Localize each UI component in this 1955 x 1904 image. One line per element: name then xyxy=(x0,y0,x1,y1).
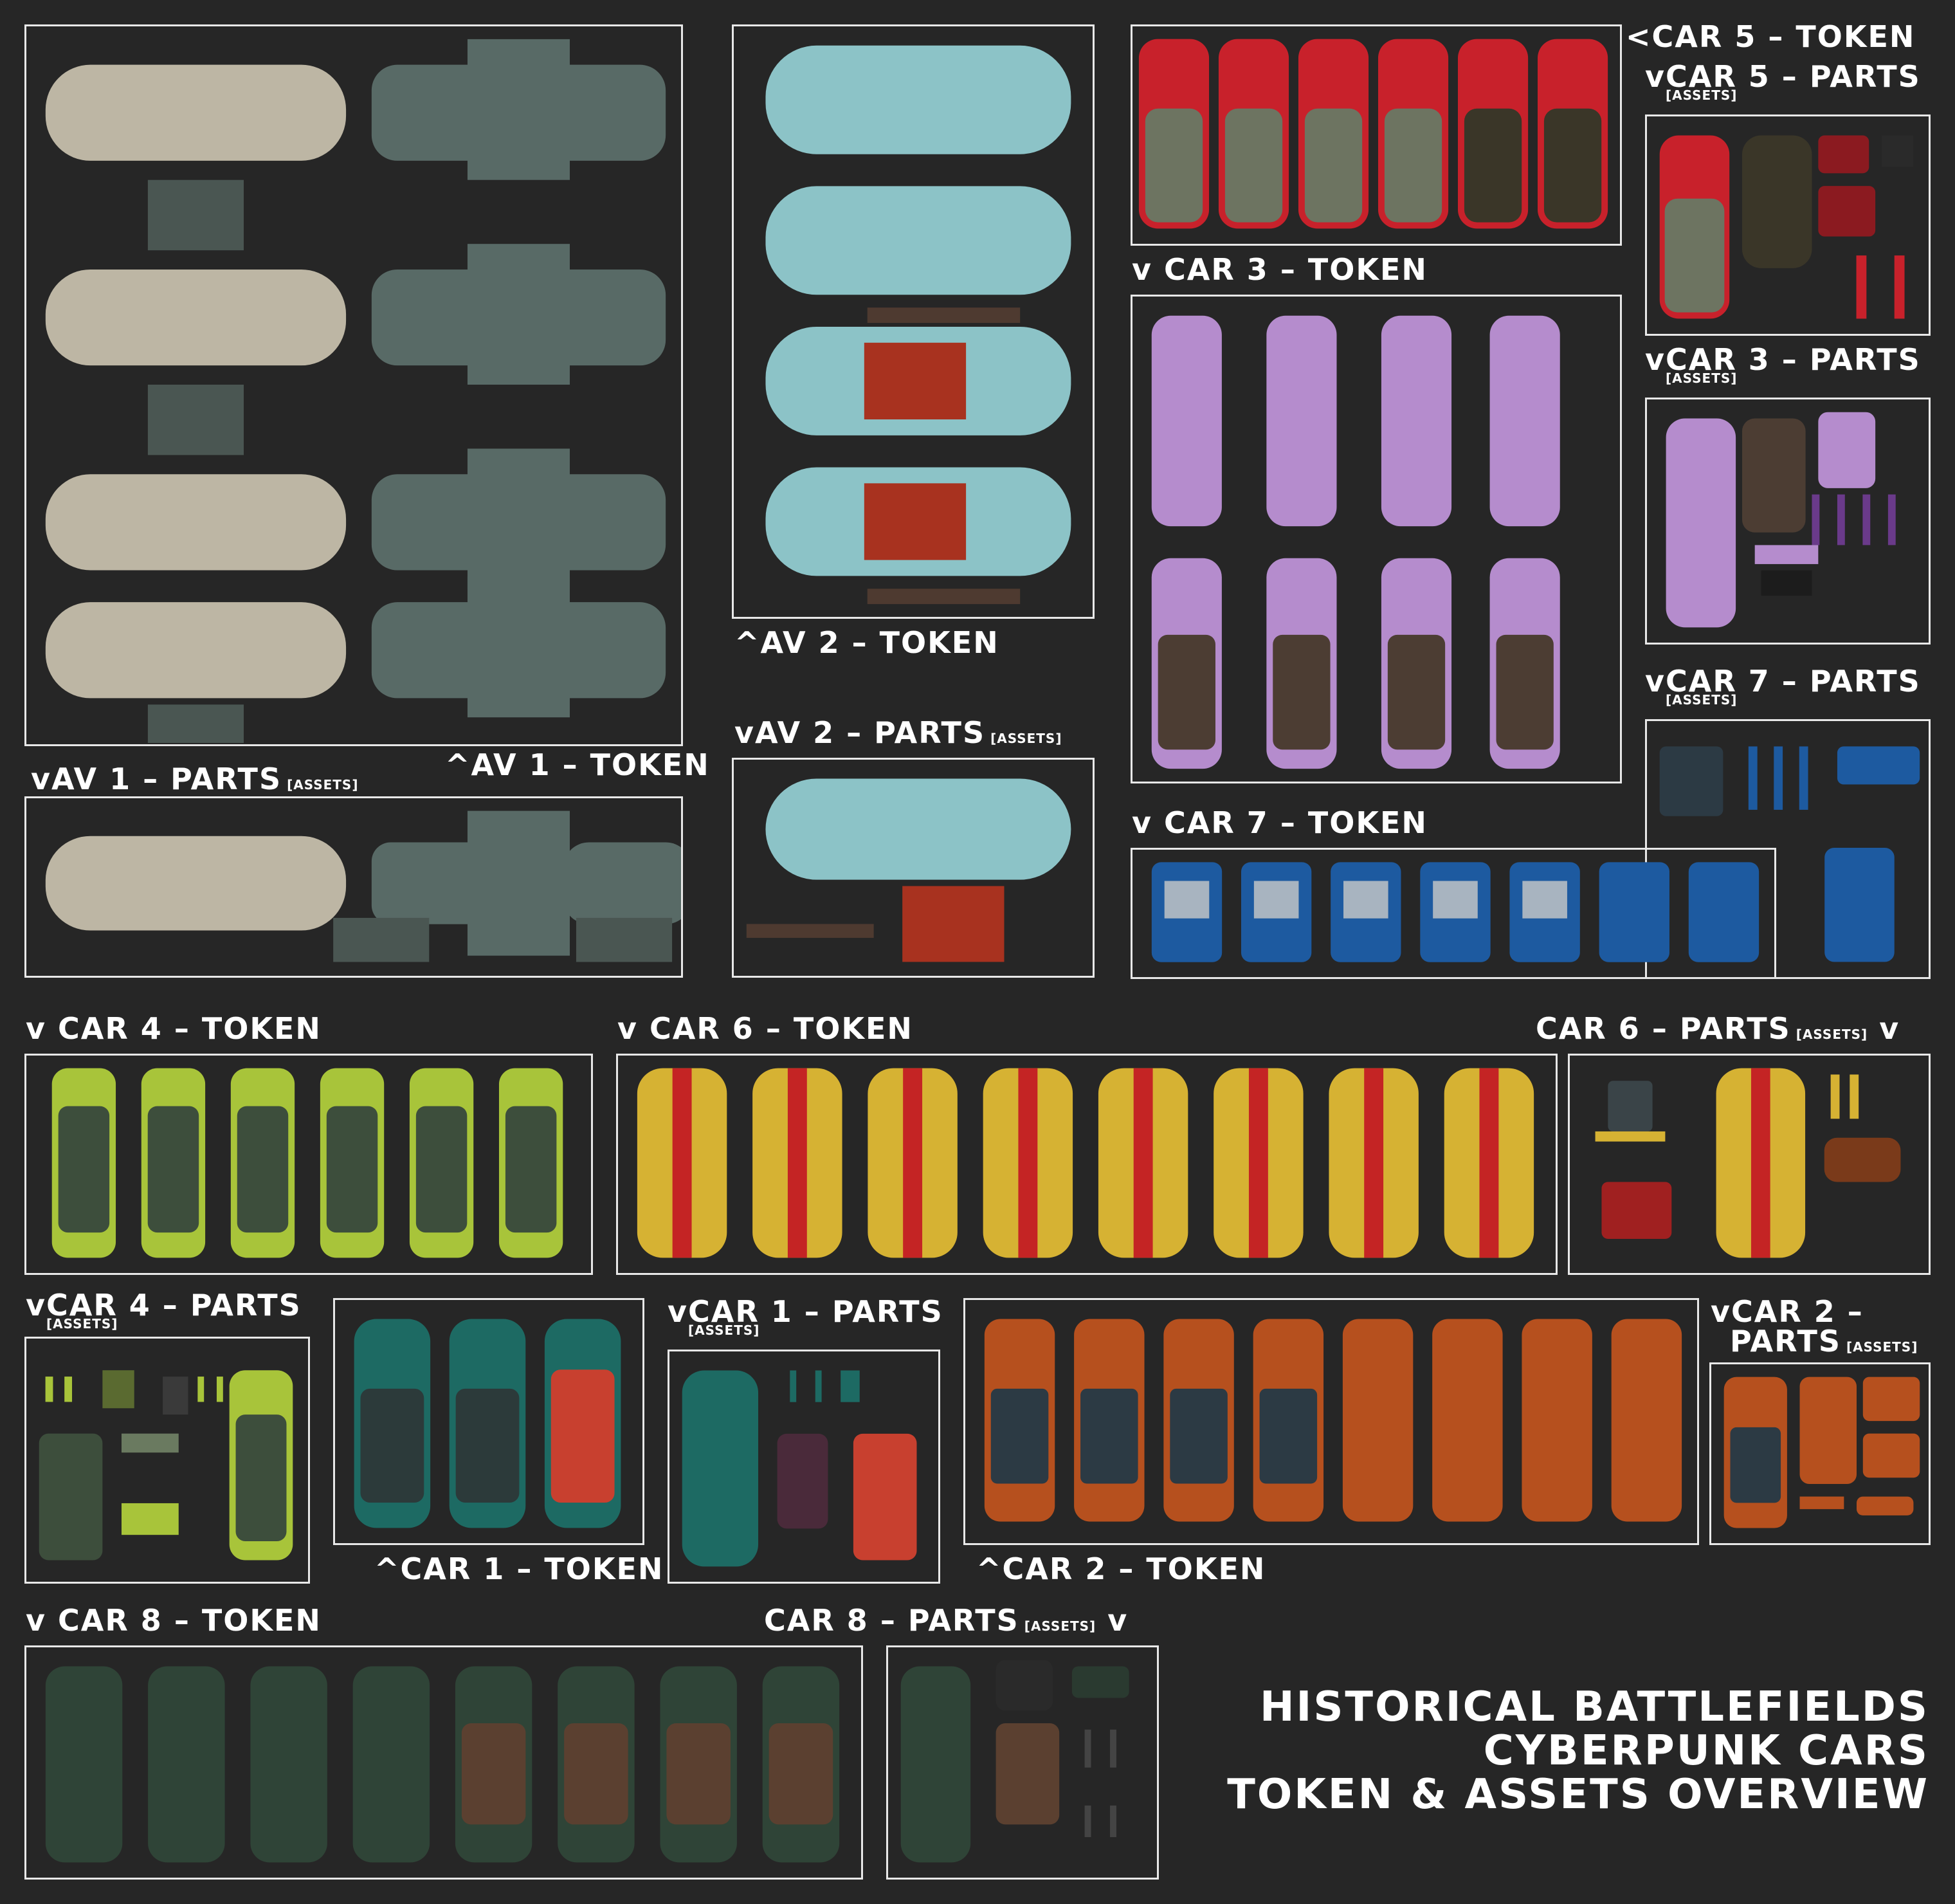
car6-token-graphic xyxy=(637,1068,1534,1258)
car8-token-graphic xyxy=(45,1666,840,1863)
car8-parts-graphic xyxy=(900,1660,1129,1863)
car5-parts-graphic xyxy=(1659,135,1914,319)
label-car6-parts-text: CAR 6 – PARTS xyxy=(1536,1011,1791,1046)
car2-parts-graphic xyxy=(1723,1377,1920,1528)
label-car6-parts-arrow: v xyxy=(1879,1011,1900,1046)
car8-token-panel xyxy=(24,1645,863,1880)
label-car6-parts: CAR 6 – PARTS [ASSETS] v xyxy=(1536,1014,1900,1043)
car7-token-panel xyxy=(1131,848,1776,979)
car4-token-graphic xyxy=(51,1068,563,1258)
label-car7-assets: [ASSETS] xyxy=(1666,692,1738,708)
label-car5-token: <CAR 5 – TOKEN xyxy=(1626,19,1916,54)
car2-parts-panel xyxy=(1709,1362,1931,1545)
av1-token-graphic xyxy=(45,39,666,744)
av1-parts-panel xyxy=(24,796,683,978)
car4-parts-graphic xyxy=(39,1370,293,1561)
label-car8-parts: CAR 8 – PARTS [ASSETS] v xyxy=(764,1606,1128,1635)
label-av1-parts: vAV 1 – PARTS [ASSETS] xyxy=(31,764,358,794)
car1-parts-panel xyxy=(668,1350,940,1584)
av2-parts-panel xyxy=(732,758,1095,978)
car1-token-graphic xyxy=(354,1319,621,1528)
title-line-1: HISTORICAL BATTLEFIELDS xyxy=(1259,1683,1929,1731)
av1-parts-graphic xyxy=(45,810,681,962)
car3-parts-panel xyxy=(1645,398,1931,645)
label-car2-assets: [ASSETS] xyxy=(1846,1339,1918,1355)
label-car3-assets: [ASSETS] xyxy=(1666,371,1738,386)
label-car2-parts-line2: PARTS [ASSETS] xyxy=(1730,1326,1918,1356)
car3-token-graphic xyxy=(1151,315,1560,769)
label-av1-assets: [ASSETS] xyxy=(287,777,359,792)
car5-token-graphic xyxy=(1138,39,1608,229)
title-line-3: TOKEN & ASSETS OVERVIEW xyxy=(1227,1771,1929,1818)
title-line-2: CYBERPUNK CARS xyxy=(1483,1727,1929,1775)
av2-parts-graphic xyxy=(746,778,1071,962)
car3-parts-graphic xyxy=(1666,412,1896,628)
car6-parts-graphic xyxy=(1595,1068,1901,1258)
car1-token-panel xyxy=(333,1298,644,1545)
car6-token-panel xyxy=(616,1054,1558,1275)
label-av2-token: ^AV 2 – TOKEN xyxy=(734,625,999,660)
av2-token-panel xyxy=(732,24,1095,619)
car2-token-panel xyxy=(963,1298,1699,1545)
label-car4-assets: [ASSETS] xyxy=(46,1316,118,1332)
av1-token-panel xyxy=(24,24,683,746)
label-car6-assets: [ASSETS] xyxy=(1796,1027,1868,1042)
car8-parts-panel xyxy=(886,1645,1159,1880)
label-av2-parts: vAV 2 – PARTS [ASSETS] xyxy=(734,718,1062,747)
label-car8-assets: [ASSETS] xyxy=(1024,1618,1096,1634)
label-car4-token: v CAR 4 – TOKEN xyxy=(26,1011,322,1046)
label-av2-assets: [ASSETS] xyxy=(990,731,1062,746)
label-car1-assets: [ASSETS] xyxy=(688,1323,760,1338)
car5-token-panel xyxy=(1131,24,1622,246)
label-car3-token: v CAR 3 – TOKEN xyxy=(1132,252,1428,287)
label-car8-token: v CAR 8 – TOKEN xyxy=(26,1603,322,1638)
overview-title: HISTORICAL BATTLEFIELDS CYBERPUNK CARS T… xyxy=(1227,1685,1929,1817)
label-car8-parts-arrow: v xyxy=(1107,1603,1129,1638)
label-car2-parts-line2-text: PARTS xyxy=(1730,1324,1841,1359)
label-car2-parts-line1: vCAR 2 – xyxy=(1711,1294,1864,1329)
label-car5-assets: [ASSETS] xyxy=(1666,87,1738,103)
car7-token-graphic xyxy=(1151,862,1760,962)
label-car6-token: v CAR 6 – TOKEN xyxy=(617,1011,913,1046)
label-car8-parts-text: CAR 8 – PARTS xyxy=(764,1603,1019,1638)
car4-parts-panel xyxy=(24,1337,310,1584)
label-av1-token: ^AV 1 – TOKEN xyxy=(445,747,710,782)
car4-token-panel xyxy=(24,1054,593,1275)
label-car7-token: v CAR 7 – TOKEN xyxy=(1132,805,1428,840)
car6-parts-panel xyxy=(1568,1054,1931,1275)
car2-token-graphic xyxy=(984,1319,1682,1522)
label-car2-token: ^CAR 2 – TOKEN xyxy=(976,1552,1266,1586)
label-car1-token: ^CAR 1 – TOKEN xyxy=(374,1552,664,1586)
label-av1-parts-text: vAV 1 – PARTS xyxy=(31,762,282,796)
label-av2-parts-text: vAV 2 – PARTS xyxy=(734,715,986,750)
car3-token-panel xyxy=(1131,295,1622,783)
car1-parts-graphic xyxy=(682,1370,917,1567)
car5-parts-panel xyxy=(1645,114,1931,336)
av2-token-graphic xyxy=(765,45,1071,605)
